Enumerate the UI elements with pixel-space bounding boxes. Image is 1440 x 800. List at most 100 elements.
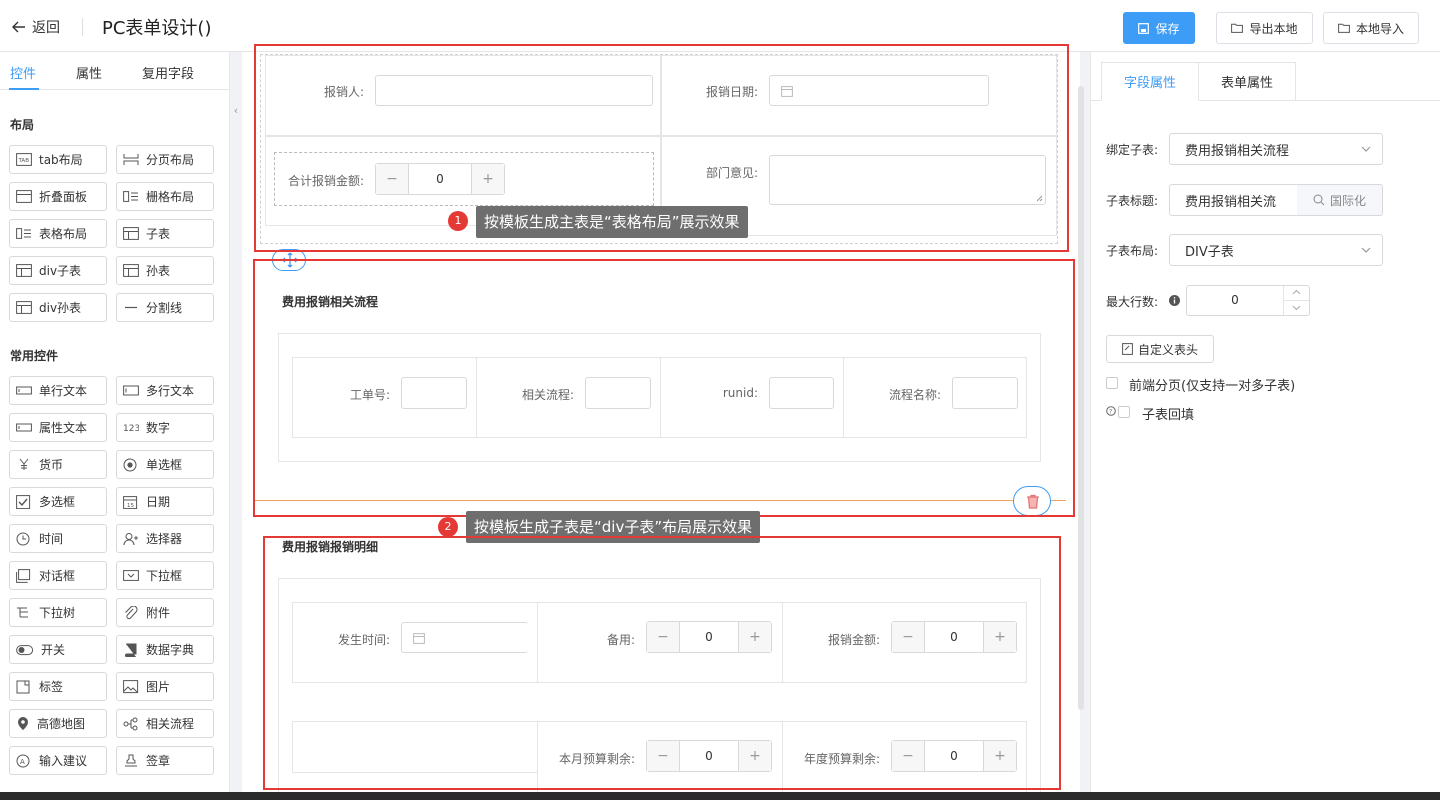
currency-icon [19, 458, 29, 470]
max-rows-label: 最大行数: [1106, 295, 1159, 309]
tab-properties[interactable]: 属性 [76, 63, 102, 82]
chevron-down-icon [1361, 247, 1371, 253]
control-label: 多选框 [39, 495, 76, 509]
control-label: 下拉框 [146, 569, 183, 583]
collapse-panel-icon [16, 190, 32, 203]
control-single-line-text[interactable]: 单行文本 [9, 376, 107, 405]
toggle-icon [16, 644, 34, 655]
subtable-title-input[interactable]: 费用报销相关流 [1169, 184, 1298, 216]
control-data-dictionary[interactable]: 数据字典 [116, 635, 214, 664]
control-table-layout[interactable]: 表格布局 [9, 219, 107, 248]
control-label: 签章 [146, 754, 171, 768]
chevron-down-icon[interactable] [1292, 304, 1301, 311]
suggestion-icon: A [16, 754, 30, 767]
bind-subtable-select[interactable]: 费用报销相关流程 [1169, 133, 1383, 165]
single-line-text-icon [16, 386, 32, 395]
control-dialog[interactable]: 对话框 [9, 561, 107, 590]
control-date[interactable]: 15 日期 [116, 487, 214, 516]
control-label: 附件 [146, 606, 171, 620]
export-label: 导出本地 [1249, 21, 1298, 36]
flow-icon [123, 717, 138, 730]
control-label: 货币 [39, 458, 64, 472]
calendar-icon: 15 [123, 495, 138, 509]
control-attribute-text[interactable]: 属性文本 [9, 413, 107, 442]
control-page-layout[interactable]: 分页布局 [116, 145, 214, 174]
svg-text:?: ? [1109, 409, 1112, 416]
info-icon[interactable] [1169, 295, 1180, 306]
save-button[interactable]: 保存 [1123, 12, 1195, 44]
subtable-layout-select[interactable]: DIV子表 [1169, 234, 1383, 266]
control-currency[interactable]: 货币 [9, 450, 107, 479]
back-button[interactable]: 返回 [12, 17, 60, 37]
spin-buttons[interactable] [1283, 286, 1309, 315]
folder-icon [1231, 23, 1244, 33]
control-label[interactable]: 标签 [9, 672, 107, 701]
control-label: 数字 [146, 421, 171, 435]
book-icon [125, 643, 137, 657]
controls-panel: 控件 属性 复用字段 布局 TAB tab布局 分页布局 折叠面板 栅格布局 表格… [0, 52, 230, 800]
clock-icon [16, 532, 30, 545]
custom-header-button[interactable]: 自定义表头 [1106, 335, 1214, 363]
control-checkbox[interactable]: 多选框 [9, 487, 107, 516]
tab-controls[interactable]: 控件 [10, 63, 36, 82]
control-time[interactable]: 时间 [9, 524, 107, 553]
control-input-suggestion[interactable]: A 输入建议 [9, 746, 107, 775]
layout-section-title: 布局 [10, 118, 35, 132]
export-local-button[interactable]: 导出本地 [1216, 12, 1313, 44]
tab-field-properties[interactable]: 字段属性 [1101, 62, 1199, 101]
tab-icon: TAB [16, 153, 32, 166]
tab-reusable-fields[interactable]: 复用字段 [142, 63, 194, 82]
control-image[interactable]: 图片 [116, 672, 214, 701]
control-label: div子表 [39, 264, 82, 278]
collapse-panel-toggle[interactable]: ‹ [230, 104, 242, 118]
control-grid-layout[interactable]: 栅格布局 [116, 182, 214, 211]
stamp-icon [125, 754, 137, 766]
annotation-badge-2: 2 [438, 517, 458, 537]
control-seal[interactable]: 签章 [116, 746, 214, 775]
control-grandchild-table[interactable]: 孙表 [116, 256, 214, 285]
back-label: 返回 [32, 20, 60, 36]
control-subtable[interactable]: 子表 [116, 219, 214, 248]
table-icon [16, 264, 32, 277]
svg-text:123: 123 [123, 424, 139, 434]
control-label: 子表 [146, 227, 171, 241]
tab-form-properties[interactable]: 表单属性 [1198, 62, 1296, 100]
control-amap[interactable]: 高德地图 [9, 709, 107, 738]
control-label: 开关 [41, 643, 66, 657]
grid-icon [123, 191, 138, 202]
paging-checkbox[interactable] [1106, 377, 1118, 389]
control-label: 标签 [39, 680, 64, 694]
control-related-flow[interactable]: 相关流程 [116, 709, 214, 738]
paging-label: 前端分页(仅支持一对多子表) [1129, 379, 1296, 394]
edit-icon [1122, 343, 1133, 355]
control-label: div孙表 [39, 301, 82, 315]
annotation-callout-1: 按模板生成主表是“表格布局”展示效果 [476, 206, 748, 238]
canvas-scrollbar[interactable] [1078, 86, 1084, 710]
control-switch[interactable]: 开关 [9, 635, 107, 664]
control-dropdown[interactable]: 下拉框 [116, 561, 214, 590]
control-number[interactable]: 123 数字 [116, 413, 214, 442]
i18n-button[interactable]: 国际化 [1297, 184, 1383, 216]
bind-subtable-label: 绑定子表: [1106, 143, 1159, 157]
control-radio[interactable]: 单选框 [116, 450, 214, 479]
control-label: 图片 [146, 680, 171, 694]
control-attachment[interactable]: 附件 [116, 598, 214, 627]
backfill-label: 子表回填 [1142, 408, 1195, 423]
control-div-subtable[interactable]: div子表 [9, 256, 107, 285]
control-collapse-panel[interactable]: 折叠面板 [9, 182, 107, 211]
control-multi-line-text[interactable]: 多行文本 [116, 376, 214, 405]
select-value: DIV子表 [1185, 244, 1234, 260]
control-selector[interactable]: 选择器 [116, 524, 214, 553]
backfill-checkbox[interactable] [1118, 406, 1130, 418]
chevron-up-icon[interactable] [1292, 289, 1301, 296]
control-divider[interactable]: 分割线 [116, 293, 214, 322]
control-dropdown-tree[interactable]: 下拉树 [9, 598, 107, 627]
max-rows-input[interactable]: 0 [1186, 285, 1310, 316]
control-div-grandchild-table[interactable]: div孙表 [9, 293, 107, 322]
control-tab-layout[interactable]: TAB tab布局 [9, 145, 107, 174]
table-layout-icon [16, 228, 31, 239]
import-local-button[interactable]: 本地导入 [1323, 12, 1419, 44]
user-select-icon [123, 532, 138, 545]
number-icon: 123 [123, 424, 139, 434]
help-icon[interactable]: ? [1106, 406, 1116, 416]
